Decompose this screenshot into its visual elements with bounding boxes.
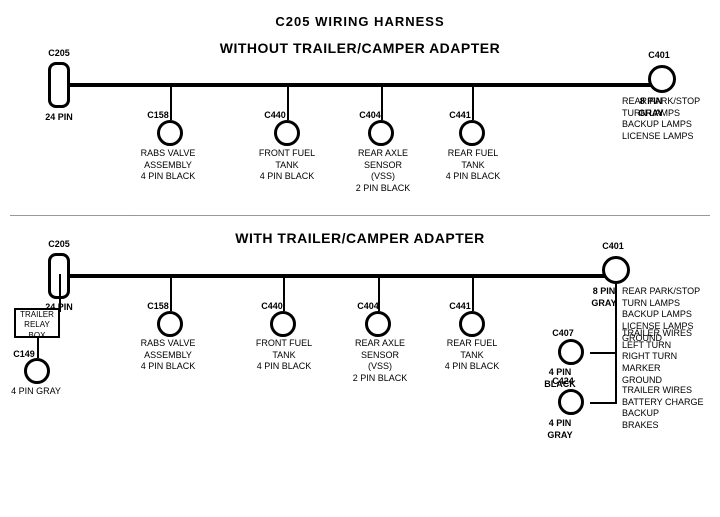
s1-c158-circle xyxy=(157,120,183,146)
s2-c441-desc: REAR FUELTANK4 PIN BLACK xyxy=(440,338,504,373)
s2-c424-pin: 4 PINGRAY xyxy=(540,418,580,441)
s2-c424-branch-h xyxy=(590,402,617,404)
s1-c440-desc: FRONT FUELTANK4 PIN BLACK xyxy=(255,148,319,183)
s2-c441-circle xyxy=(459,311,485,337)
s2-c149-desc: 4 PIN GRAY xyxy=(10,386,62,398)
s1-c440-id: C440 xyxy=(261,110,289,122)
s1-c404-circle xyxy=(368,120,394,146)
section2-c401-top-label: C401 xyxy=(592,241,634,253)
diagram-container: C205 WIRING HARNESS WITHOUT TRAILER/CAMP… xyxy=(0,0,720,500)
relay-to-main-wire-h xyxy=(59,310,61,312)
s2-c158-id: C158 xyxy=(144,301,172,313)
s2-c158-circle xyxy=(157,311,183,337)
section1-c401-circle xyxy=(648,65,676,93)
s2-c441-id: C441 xyxy=(446,301,474,313)
section1-main-wire xyxy=(60,83,660,87)
s2-c407-id: C407 xyxy=(548,328,578,340)
s2-c440-desc: FRONT FUELTANK4 PIN BLACK xyxy=(252,338,316,373)
section1-c401-pin-label: 8 PINGRAY xyxy=(631,96,671,119)
s2-c407-circle xyxy=(558,339,584,365)
section1-c205-top-label: C205 xyxy=(38,48,80,60)
s2-c404-id: C404 xyxy=(354,301,382,313)
s2-c149-circle xyxy=(24,358,50,384)
s1-c441-desc: REAR FUELTANK4 PIN BLACK xyxy=(441,148,505,183)
s1-c404-id: C404 xyxy=(356,110,384,122)
s1-c441-id: C441 xyxy=(446,110,474,122)
s2-right-branch-v xyxy=(615,282,617,402)
s2-c440-id: C440 xyxy=(258,301,286,313)
s1-c158-id: C158 xyxy=(144,110,172,122)
section2-c401-pin-label: 8 PINGRAY xyxy=(584,286,624,309)
section1-c205-rect xyxy=(48,62,70,108)
s2-c424-desc: TRAILER WIRESBATTERY CHARGEBACKUPBRAKES xyxy=(622,385,712,432)
section1-c401-top-label: C401 xyxy=(638,50,680,62)
s1-c158-desc: RABS VALVEASSEMBLY4 PIN BLACK xyxy=(136,148,200,183)
section1-c205-bot-label: 24 PIN xyxy=(38,112,80,124)
page-title: C205 WIRING HARNESS xyxy=(0,6,720,29)
section2-c205-top-label: C205 xyxy=(38,239,80,251)
s2-c404-circle xyxy=(365,311,391,337)
section2-main-wire xyxy=(60,274,615,278)
s1-c404-desc: REAR AXLESENSOR(VSS)2 PIN BLACK xyxy=(349,148,417,195)
s2-c440-circle xyxy=(270,311,296,337)
section1-label: WITHOUT TRAILER/CAMPER ADAPTER xyxy=(120,40,600,56)
s2-c424-id: C424 xyxy=(548,376,578,388)
trailer-relay-box-label: TRAILERRELAYBOX xyxy=(12,310,62,341)
s2-c407-desc: TRAILER WIRESLEFT TURNRIGHT TURNMARKERGR… xyxy=(622,328,712,386)
s2-c404-desc: REAR AXLESENSOR(VSS)2 PIN BLACK xyxy=(346,338,414,385)
s2-c424-circle xyxy=(558,389,584,415)
divider xyxy=(10,215,710,216)
s2-c158-desc: RABS VALVEASSEMBLY4 PIN BLACK xyxy=(136,338,200,373)
s1-c440-circle xyxy=(274,120,300,146)
section2-c401-circle xyxy=(602,256,630,284)
relay-to-main-wire-v xyxy=(59,274,61,312)
s1-c401-8pin: ​ xyxy=(631,96,671,97)
section2-label: WITH TRAILER/CAMPER ADAPTER xyxy=(120,230,600,246)
s2-c407-branch-h xyxy=(590,352,617,354)
s2-c149-id: C149 xyxy=(10,349,38,361)
s1-c441-circle xyxy=(459,120,485,146)
